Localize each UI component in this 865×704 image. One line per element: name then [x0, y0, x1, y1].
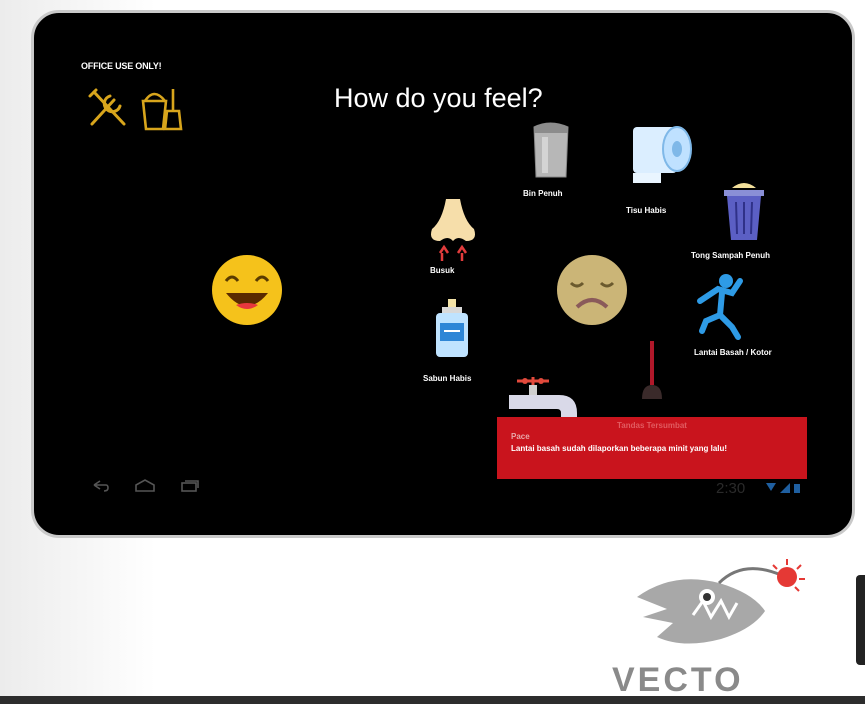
- sad-face-icon[interactable]: [555, 253, 629, 327]
- happy-face-icon[interactable]: [210, 253, 284, 327]
- item-label-busuk: Busuk: [430, 266, 455, 275]
- brand-wordmark: VECTO: [612, 661, 744, 694]
- home-icon[interactable]: [134, 479, 156, 493]
- item-label-sabun-habis: Sabun Habis: [423, 374, 472, 383]
- bottom-bar: [0, 696, 865, 704]
- item-label-bin-penuh: Bin Penuh: [523, 189, 563, 198]
- vecto-fish-logo-icon: [637, 559, 805, 644]
- status-clock: 2:30: [716, 480, 746, 497]
- trash-can-icon[interactable]: [720, 178, 768, 242]
- cleaning-bucket-icon[interactable]: [137, 83, 183, 133]
- tools-icon[interactable]: [84, 84, 132, 132]
- office-use-label: OFFICE USE ONLY!: [81, 61, 162, 71]
- recent-apps-icon[interactable]: [180, 479, 200, 493]
- slippery-floor-icon[interactable]: [694, 271, 750, 341]
- alert-background-label: Tandas Tersumbat: [617, 421, 687, 430]
- alert-message: Lantai basah sudah dilaporkan beberapa m…: [511, 444, 728, 453]
- toilet-paper-icon[interactable]: [629, 121, 695, 187]
- sanitary-bin-icon[interactable]: [528, 119, 572, 181]
- side-edge-mark: [856, 575, 865, 665]
- item-label-tisu-habis: Tisu Habis: [626, 206, 667, 215]
- brand-text: VECTO: [612, 661, 744, 694]
- alert-title: Pace: [511, 432, 530, 441]
- item-label-tong-sampah-penuh: Tong Sampah Penuh: [691, 251, 770, 260]
- alert-toast[interactable]: Tandas Tersumbat Pace Lantai basah sudah…: [497, 417, 807, 479]
- toilet-plunger-icon[interactable]: [640, 341, 664, 405]
- soap-bottle-icon[interactable]: [432, 297, 472, 359]
- back-icon[interactable]: [90, 479, 110, 493]
- tablet-screen: OFFICE USE ONLY! How do you feel? Bin Pe…: [31, 10, 855, 538]
- status-signal-icons: [766, 483, 800, 493]
- page-title: How do you feel?: [334, 83, 543, 113]
- item-label-lantai-basah: Lantai Basah / Kotor: [694, 348, 772, 357]
- bad-smell-nose-icon[interactable]: [426, 195, 480, 263]
